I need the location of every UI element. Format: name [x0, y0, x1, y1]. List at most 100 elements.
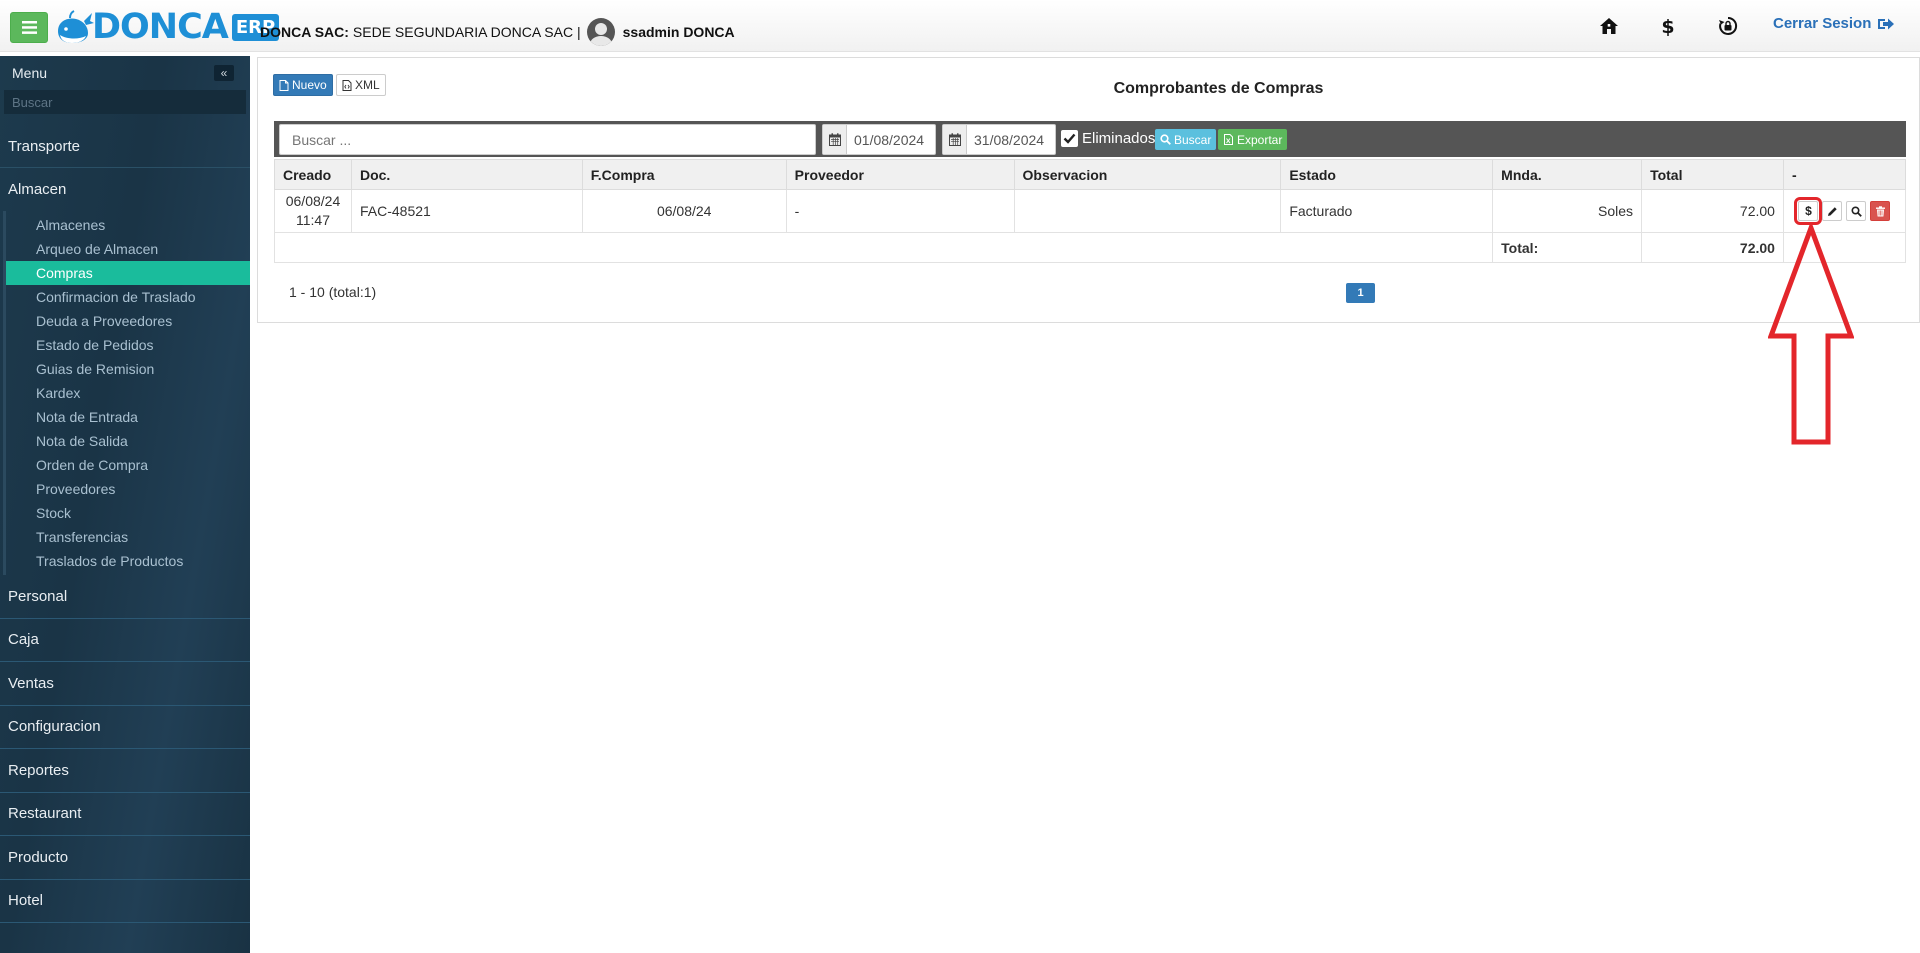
- search-icon: [1160, 134, 1171, 145]
- search-button[interactable]: Buscar: [1155, 129, 1217, 150]
- date-to-field[interactable]: 31/08/2024: [942, 124, 1056, 155]
- cell-fcompra: 06/08/24: [581, 189, 787, 233]
- sidebar-item-producto[interactable]: Producto: [0, 836, 250, 880]
- pagination-info: 1 - 10 (total:1): [289, 284, 377, 300]
- dollar-icon: $: [1805, 204, 1812, 218]
- submenu-item-kardex[interactable]: Kardex: [6, 381, 250, 405]
- sidebar-item-almacen[interactable]: Almacen: [0, 168, 250, 211]
- column-header[interactable]: Proveedor: [785, 159, 1015, 190]
- sidebar-collapse-button[interactable]: «: [214, 65, 234, 81]
- sidebar: Menu « Transporte Almacen Almacenes Arqu…: [0, 56, 250, 953]
- total-spacer-cell: [273, 232, 1494, 263]
- filter-bar: 01/08/2024 31/08/2024 Eliminados Buscar …: [274, 121, 1906, 157]
- column-header[interactable]: Mnda.: [1492, 159, 1643, 190]
- column-header[interactable]: Total: [1641, 159, 1784, 190]
- lock-rotate-icon: [1719, 16, 1738, 35]
- sidebar-title: Menu: [12, 65, 48, 81]
- sidebar-search-input[interactable]: [4, 90, 246, 114]
- page-button-1[interactable]: 1: [1346, 283, 1375, 303]
- table-header-row: Creado Doc. F.Compra Proveedor Observaci…: [274, 159, 1907, 190]
- submenu-item-orden-de-compra[interactable]: Orden de Compra: [6, 453, 250, 477]
- column-header[interactable]: Estado: [1280, 159, 1494, 190]
- logo-text: DONCA: [92, 7, 229, 47]
- user-name[interactable]: ssadmin DONCA: [623, 24, 735, 40]
- submenu-item-deuda-a-proveedores[interactable]: Deuda a Proveedores: [6, 309, 250, 333]
- search-button-label: Buscar: [1174, 132, 1212, 147]
- page-title: Comprobantes de Compras: [1113, 80, 1324, 97]
- double-chevron-left-icon: «: [220, 66, 228, 80]
- creado-date: 06/08/24: [285, 193, 341, 209]
- sidebar-item-personal[interactable]: Personal: [0, 575, 250, 619]
- view-button[interactable]: [1846, 201, 1867, 221]
- logout-link[interactable]: Cerrar Sesion: [1773, 15, 1895, 32]
- sidebar-item-restaurant[interactable]: Restaurant: [0, 793, 250, 836]
- date-to-value: 31/08/2024: [974, 131, 1045, 148]
- sidebar-item-ventas[interactable]: Ventas: [0, 662, 250, 706]
- branch-name: SEDE SEGUNDARIA DONCA SAC |: [352, 24, 581, 40]
- creado-time: 11:47: [295, 212, 330, 228]
- submenu-item-compras[interactable]: Compras: [6, 261, 250, 285]
- search-input[interactable]: [279, 124, 816, 155]
- whale-logo-icon: [58, 10, 94, 43]
- column-header[interactable]: Creado: [274, 159, 352, 190]
- top-navbar: DONCA ERP DONCA SAC: SEDE SEGUNDARIA DON…: [0, 0, 1920, 52]
- avatar[interactable]: [586, 18, 615, 46]
- submenu-item-nota-de-salida[interactable]: Nota de Salida: [6, 429, 250, 453]
- pay-button[interactable]: $: [1794, 197, 1823, 225]
- eliminados-label: Eliminados: [1082, 130, 1156, 147]
- app-logo[interactable]: DONCA ERP: [54, 7, 280, 47]
- sidebar-item-reportes[interactable]: Reportes: [0, 749, 250, 793]
- date-from-value: 01/08/2024: [854, 131, 925, 148]
- sidebar-item-caja[interactable]: Caja: [0, 619, 250, 662]
- submenu-item-stock[interactable]: Stock: [6, 501, 250, 525]
- sidebar-item-transporte[interactable]: Transporte: [0, 125, 250, 168]
- submenu-item-proveedores[interactable]: Proveedores: [6, 477, 250, 501]
- calendar-icon: [943, 125, 967, 154]
- cell-moneda: Soles: [1492, 189, 1643, 233]
- table-total-row: Total: 72.00: [273, 232, 1907, 263]
- export-button[interactable]: Exportar: [1218, 129, 1288, 150]
- sidebar-item-configuracion[interactable]: Configuracion: [0, 706, 250, 749]
- delete-button[interactable]: [1870, 201, 1891, 221]
- table-row[interactable]: 06/08/24 11:47 FAC-48521 06/08/24 - Fact…: [274, 189, 1907, 233]
- logout-label: Cerrar Sesion: [1773, 15, 1872, 32]
- check-icon: [1063, 133, 1076, 144]
- sign-out-icon: [1878, 18, 1895, 29]
- column-header[interactable]: F.Compra: [581, 159, 787, 190]
- column-header[interactable]: Doc.: [350, 159, 583, 190]
- trash-icon: [1875, 205, 1885, 216]
- hamburger-menu-button[interactable]: [10, 12, 48, 43]
- sidebar-item-hotel[interactable]: Hotel: [0, 880, 250, 923]
- submenu-item-transferencias[interactable]: Transferencias: [6, 525, 250, 549]
- cell-doc: FAC-48521: [350, 189, 583, 233]
- submenu-item-traslados-de-productos[interactable]: Traslados de Productos: [6, 549, 250, 573]
- purchases-panel: Nuevo XML Comprobantes de Compras 01/08/…: [257, 57, 1920, 323]
- submenu-item-nota-de-entrada[interactable]: Nota de Entrada: [6, 405, 250, 429]
- date-from-field[interactable]: 01/08/2024: [822, 124, 936, 155]
- edit-button[interactable]: [1822, 201, 1843, 221]
- file-excel-icon: [1224, 134, 1233, 145]
- sidebar-header: Menu «: [0, 56, 250, 90]
- hamburger-icon: [21, 21, 37, 34]
- cell-total: 72.00: [1641, 189, 1784, 233]
- annotation-arrow-icon: [1768, 225, 1854, 445]
- submenu-item-arqueo-de-almacen[interactable]: Arqueo de Almacen: [6, 237, 250, 261]
- home-button[interactable]: [1597, 14, 1621, 38]
- finance-button[interactable]: $: [1656, 14, 1680, 38]
- submenu-item-almacenes[interactable]: Almacenes: [6, 213, 250, 237]
- lock-button[interactable]: [1716, 14, 1740, 38]
- column-header: -: [1782, 159, 1907, 190]
- total-value: 72.00: [1641, 232, 1784, 263]
- submenu-item-confirmacion-de-traslado[interactable]: Confirmacion de Traslado: [6, 285, 250, 309]
- svg-text:$: $: [1661, 16, 1674, 36]
- eliminados-checkbox[interactable]: [1061, 130, 1078, 147]
- home-icon: [1600, 18, 1618, 34]
- dollar-icon: $: [1661, 16, 1674, 36]
- submenu-item-guias-de-remision[interactable]: Guias de Remision: [6, 357, 250, 381]
- company-info: DONCA SAC: SEDE SEGUNDARIA DONCA SAC | s…: [260, 18, 735, 46]
- submenu-item-estado-de-pedidos[interactable]: Estado de Pedidos: [6, 333, 250, 357]
- pencil-icon: [1827, 206, 1837, 216]
- column-header[interactable]: Observacion: [1013, 159, 1282, 190]
- calendar-icon: [823, 125, 847, 154]
- almacen-submenu: Almacenes Arqueo de Almacen Compras Conf…: [3, 211, 250, 575]
